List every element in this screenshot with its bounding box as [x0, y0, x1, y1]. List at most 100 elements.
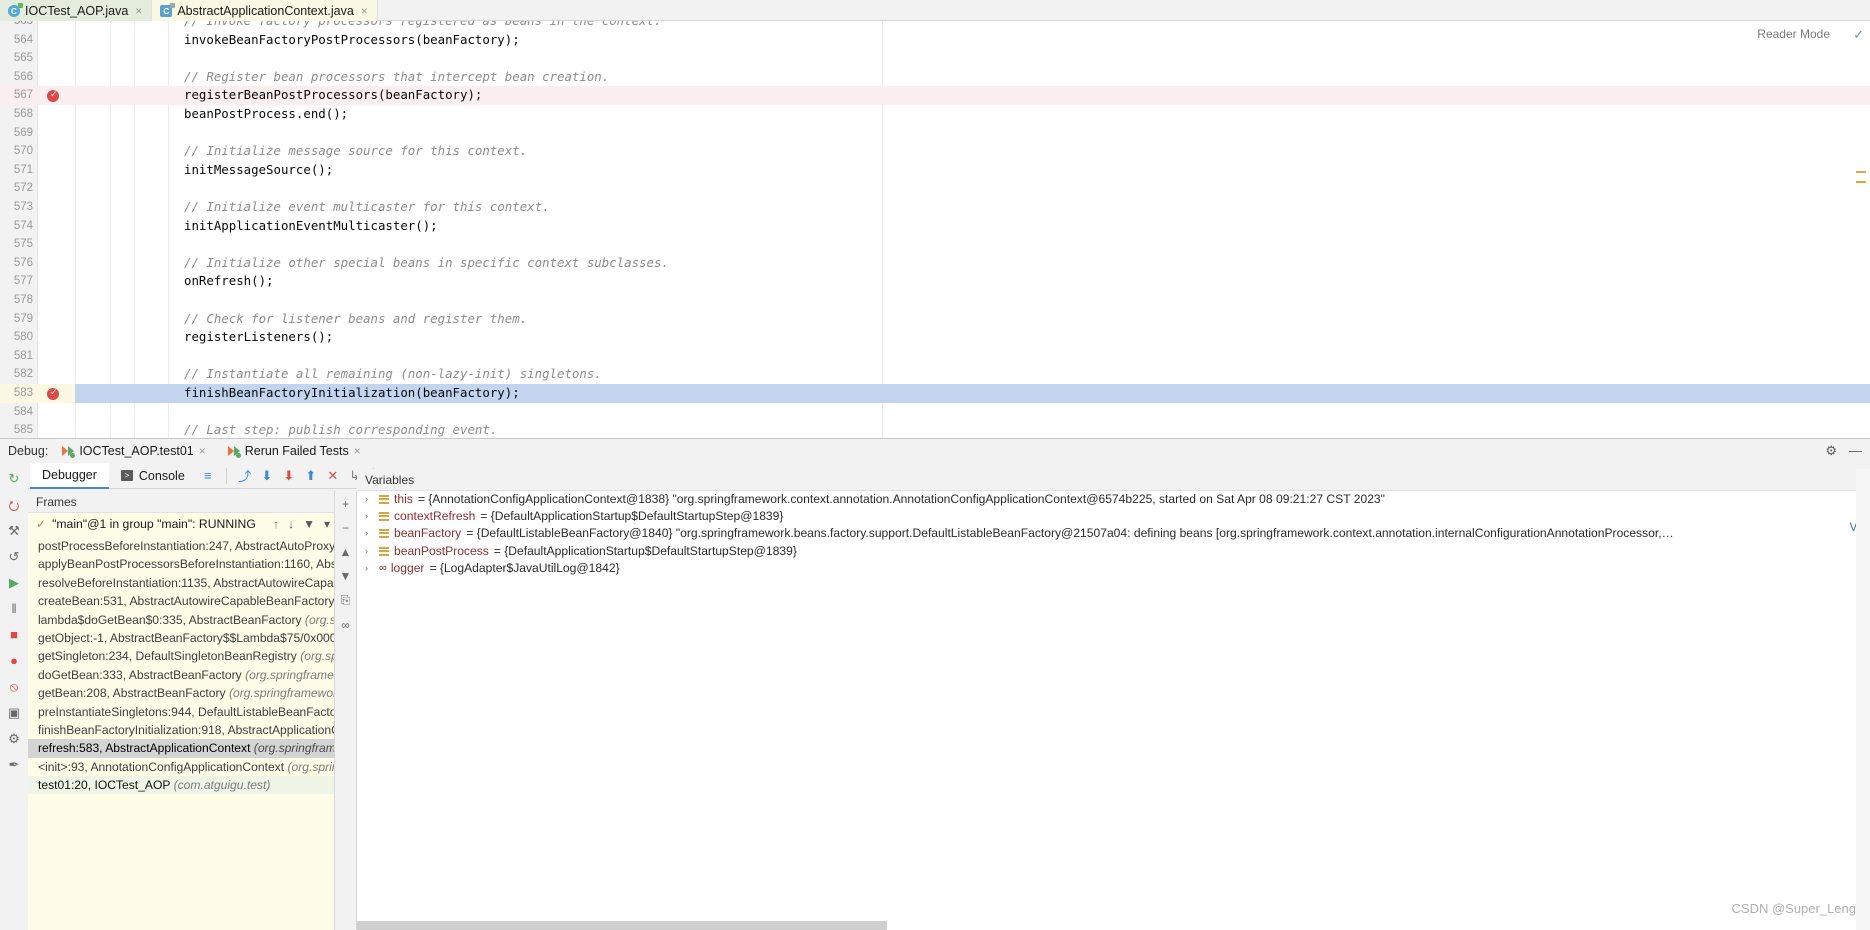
variable-name: logger	[390, 560, 425, 575]
frame-row[interactable]: doGetBean:333, AbstractBeanFactory (org.…	[28, 666, 334, 684]
variable-row[interactable]: › contextRefresh = {DefaultApplicationSta…	[357, 508, 1870, 525]
frame-package: (org.springfr	[300, 649, 334, 664]
frame-row[interactable]: preInstantiateSingletons:944, DefaultLis…	[28, 703, 334, 721]
code-editor[interactable]: 563 // Invoke factory processors register…	[0, 21, 1870, 438]
close-icon[interactable]: ×	[135, 4, 142, 18]
view-breakpoints-icon[interactable]: ●	[10, 653, 18, 668]
code-line: 582 // Instantiate all remaining (non-laz…	[0, 365, 1870, 384]
step-into-icon[interactable]: ⬇	[278, 465, 300, 487]
layout-settings-icon[interactable]: ≡	[197, 465, 219, 487]
chevron-right-icon[interactable]: ›	[365, 560, 374, 577]
wrench-icon[interactable]: ⚒	[8, 523, 20, 538]
chevron-right-icon[interactable]: ›	[365, 508, 374, 525]
stop-icon[interactable]: ■	[10, 627, 18, 642]
frame-row[interactable]: test01:20, IOCTest_AOP (com.atguigu.test…	[28, 776, 334, 795]
variables-scrollbar[interactable]	[1856, 469, 1870, 930]
breakpoint-icon[interactable]	[47, 86, 59, 104]
tab-console[interactable]: > Console	[109, 463, 197, 489]
console-icon: >	[120, 470, 133, 481]
breakpoint-icon[interactable]	[47, 384, 59, 402]
step-out-icon[interactable]: ⬆	[300, 465, 322, 487]
reader-mode-label[interactable]: Reader Mode	[1757, 27, 1830, 41]
tab-debugger[interactable]: Debugger	[30, 462, 109, 489]
close-icon[interactable]: ×	[354, 444, 361, 458]
rerun-icon[interactable]: ↻	[9, 471, 20, 486]
code-text: // Initialize message source for this co…	[184, 143, 528, 159]
frame-row[interactable]: postProcessBeforeInstantiation:247, Abst…	[28, 537, 334, 555]
rerun-icon	[227, 445, 241, 458]
debug-session-rerun-failed[interactable]: Rerun Failed Tests ×	[227, 444, 361, 458]
frame-row[interactable]: getSingleton:234, DefaultSingletonBeanRe…	[28, 647, 334, 665]
inspection-ok-icon[interactable]: ✓	[1853, 27, 1864, 43]
mute-breakpoints-icon[interactable]: ⦸	[10, 679, 18, 694]
remove-watch-icon[interactable]: −	[342, 521, 349, 535]
pin-icon[interactable]: ✒	[9, 757, 20, 772]
variables-list[interactable]: › this = {AnnotationConfigApplicationCont…	[357, 491, 1870, 577]
code-line: 583 finishBeanFactoryInitialization(beanF…	[0, 384, 1870, 403]
minimize-icon[interactable]: —	[1849, 443, 1862, 459]
variable-row[interactable]: › ∞ logger = {LogAdapter$JavaUtilLog@1842}	[357, 560, 1870, 577]
close-icon[interactable]: ×	[361, 4, 368, 18]
code-text: // Last step: publish corresponding even…	[184, 422, 498, 438]
code-line: 570 // Initialize message source for this…	[0, 142, 1870, 161]
line-number: 567	[13, 89, 33, 102]
step-over-icon[interactable]: ⬇	[256, 465, 278, 487]
frame-row[interactable]: lambda$doGetBean$0:335, AbstractBeanFact…	[28, 611, 334, 629]
settings-gear-icon[interactable]: ⚙	[1825, 443, 1837, 459]
move-up-icon[interactable]: ▲	[340, 545, 352, 559]
variable-value: = {DefaultApplicationStartup$DefaultStar…	[493, 543, 797, 558]
chevron-right-icon[interactable]: ›	[365, 525, 374, 542]
frame-method: finishBeanFactoryInitialization:918, Abs…	[38, 722, 334, 737]
tab-debugger-label: Debugger	[42, 467, 97, 482]
close-icon[interactable]: ×	[199, 444, 206, 458]
frames-list[interactable]: postProcessBeforeInstantiation:247, Abst…	[28, 535, 334, 930]
editor-tab-ioctest[interactable]: C IOCTest_AOP.java ×	[0, 0, 153, 21]
frame-up-icon[interactable]: ↑	[273, 517, 279, 531]
variable-row[interactable]: › beanFactory = {DefaultListableBeanFacto…	[357, 525, 1870, 542]
line-number: 570	[13, 145, 33, 158]
filter-icon[interactable]: ▼	[303, 517, 315, 531]
update-icon[interactable]: ↺	[9, 549, 20, 564]
frame-row[interactable]: getObject:-1, AbstractBeanFactory$$Lambd…	[28, 629, 334, 647]
code-text: // Instantiate all remaining (non-lazy-i…	[184, 366, 602, 382]
frame-row[interactable]: createBean:531, AbstractAutowireCapableB…	[28, 592, 334, 610]
code-line: 585 // Last step: publish corresponding e…	[0, 421, 1870, 438]
show-execution-point-icon[interactable]: ⤴	[234, 465, 256, 487]
frames-menu-icon[interactable]: ▾	[324, 517, 330, 531]
frame-method: preInstantiateSingletons:944, DefaultLis…	[38, 704, 334, 719]
variable-row[interactable]: › beanPostProcess = {DefaultApplicationSt…	[357, 543, 1870, 560]
code-line: 565	[0, 49, 1870, 68]
variables-panel: Variables › this = {AnnotationConfigAppli…	[357, 469, 1870, 930]
chevron-right-icon[interactable]: ›	[365, 491, 374, 508]
frame-row[interactable]: finishBeanFactoryInitialization:918, Abs…	[28, 721, 334, 739]
frame-row[interactable]: refresh:583, AbstractApplicationContext …	[28, 739, 334, 758]
frame-row[interactable]: resolveBeforeInstantiation:1135, Abstrac…	[28, 574, 334, 592]
frame-row[interactable]: getBean:208, AbstractBeanFactory (org.sp…	[28, 684, 334, 702]
frame-row[interactable]: applyBeanPostProcessorsBeforeInstantiati…	[28, 555, 334, 573]
horizontal-scrollbar[interactable]	[357, 921, 887, 930]
scrollbar-marker[interactable]	[1856, 171, 1866, 173]
move-down-icon[interactable]: ▼	[340, 569, 352, 583]
settings-icon[interactable]: ⚙	[8, 731, 20, 746]
scrollbar-marker[interactable]	[1856, 181, 1866, 183]
frame-row[interactable]: <init>:93, AnnotationConfigApplicationCo…	[28, 758, 334, 776]
code-line: 563 // Invoke factory processors register…	[0, 21, 1870, 31]
variable-row[interactable]: › this = {AnnotationConfigApplicationCont…	[357, 491, 1870, 508]
editor-tab-abstractapplicationcontext[interactable]: C AbstractApplicationContext.java ×	[152, 0, 378, 21]
editor-tab-label: IOCTest_AOP.java	[25, 3, 129, 18]
resume-icon[interactable]: ▶	[9, 575, 19, 590]
line-number: 572	[13, 182, 33, 195]
frame-method: getObject:-1, AbstractBeanFactory$$Lambd…	[38, 630, 334, 645]
copy-icon[interactable]: ⎘	[341, 593, 351, 608]
add-watch-icon[interactable]: +	[342, 497, 349, 511]
camera-icon[interactable]: ▣	[8, 705, 20, 720]
force-step-into-icon[interactable]: ✕	[322, 465, 344, 487]
debug-rerun-icon[interactable]: ⭮	[9, 497, 20, 513]
frame-down-icon[interactable]: ↓	[288, 517, 294, 531]
inspect-icon[interactable]: ∞	[341, 618, 350, 632]
chevron-right-icon[interactable]: ›	[365, 543, 374, 560]
pause-icon[interactable]: ‖	[11, 601, 16, 616]
debug-session-ioctest[interactable]: IOCTest_AOP.test01 ×	[62, 444, 206, 458]
line-number: 582	[13, 368, 33, 381]
code-line: 581	[0, 347, 1870, 366]
